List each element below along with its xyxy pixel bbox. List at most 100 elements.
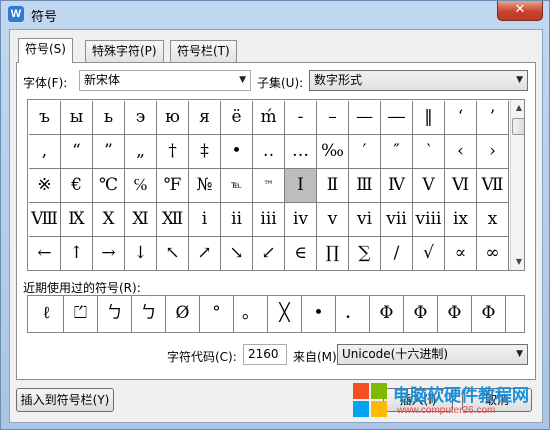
symbol-cell[interactable]: • <box>221 135 253 169</box>
subset-select[interactable]: 数字形式 ▼ <box>309 70 528 91</box>
recent-symbol-cell[interactable]: ⏍ <box>64 296 98 332</box>
symbol-cell[interactable]: ⅸ <box>445 203 477 237</box>
symbol-cell[interactable]: ∈ <box>285 237 317 270</box>
symbol-cell[interactable]: ∑ <box>349 237 381 270</box>
close-button[interactable]: ✕ <box>497 1 543 21</box>
symbol-cell[interactable]: ‰ <box>317 135 349 169</box>
symbol-cell[interactable]: ∏ <box>317 237 349 270</box>
recent-symbol-cell[interactable]: 。 <box>234 296 268 332</box>
symbol-cell[interactable]: ↘ <box>221 237 253 270</box>
recent-symbol-cell[interactable]: Ø <box>166 296 200 332</box>
symbol-cell[interactable]: ′ <box>349 135 381 169</box>
symbol-cell[interactable]: ь <box>93 101 125 135</box>
symbol-cell[interactable]: ё <box>221 101 253 135</box>
recent-symbol-cell[interactable]: ． <box>336 296 370 332</box>
symbol-cell[interactable]: ы <box>61 101 93 135</box>
symbol-cell[interactable]: Ⅻ <box>157 203 189 237</box>
symbol-cell[interactable]: ‥ <box>253 135 285 169</box>
symbol-cell[interactable]: ↑ <box>61 237 93 270</box>
symbol-cell[interactable]: ↙ <box>253 237 285 270</box>
tab-symbols[interactable]: 符号(S) <box>18 38 73 63</box>
symbol-cell[interactable]: Ⅱ <box>317 169 349 203</box>
symbol-grid-scrollbar[interactable]: ▲ ▼ <box>510 100 524 270</box>
symbol-cell[interactable]: ∝ <box>445 237 477 270</box>
symbol-cell[interactable]: † <box>157 135 189 169</box>
symbol-cell[interactable]: № <box>189 169 221 203</box>
recent-symbol-cell[interactable]: ℓ <box>30 296 64 332</box>
recent-symbol-cell[interactable]: ° <box>200 296 234 332</box>
symbol-cell[interactable]: ’ <box>477 101 509 135</box>
symbol-cell[interactable]: Ⅷ <box>29 203 61 237</box>
symbol-cell[interactable]: ∞ <box>477 237 509 270</box>
symbol-cell[interactable]: ‵ <box>413 135 445 169</box>
symbol-cell[interactable]: ↗ <box>189 237 221 270</box>
symbol-cell[interactable]: ⅳ <box>285 203 317 237</box>
symbol-cell[interactable]: ℅ <box>125 169 157 203</box>
symbol-cell[interactable]: ‹ <box>445 135 477 169</box>
symbol-cell[interactable]: √ <box>413 237 445 270</box>
symbol-cell[interactable]: Ⅺ <box>125 203 157 237</box>
symbol-cell[interactable]: ⅰ <box>189 203 221 237</box>
recent-symbol-cell[interactable]: • <box>302 296 336 332</box>
symbol-cell[interactable]: ⅴ <box>317 203 349 237</box>
symbol-cell[interactable]: — <box>349 101 381 135</box>
symbol-cell[interactable]: ⅱ <box>221 203 253 237</box>
symbol-cell[interactable]: Ⅲ <box>349 169 381 203</box>
symbol-cell[interactable]: ∕ <box>381 237 413 270</box>
symbol-cell[interactable]: → <box>93 237 125 270</box>
symbol-cell[interactable]: ℃ <box>93 169 125 203</box>
symbol-cell[interactable]: € <box>61 169 93 203</box>
recent-symbol-cell[interactable]: Φ <box>472 296 506 332</box>
symbol-cell[interactable]: ™ <box>253 169 285 203</box>
recent-symbol-cell[interactable]: ╳ <box>268 296 302 332</box>
symbol-cell[interactable]: ℉ <box>157 169 189 203</box>
from-select[interactable]: Unicode(十六进制) ▼ <box>337 344 528 365</box>
symbol-cell[interactable]: Ⅸ <box>61 203 93 237</box>
symbol-cell[interactable]: ‘ <box>445 101 477 135</box>
symbol-cell[interactable]: Ⅳ <box>381 169 413 203</box>
scrollbar-thumb[interactable] <box>512 118 524 135</box>
symbol-cell[interactable]: ↓ <box>125 237 157 270</box>
symbol-cell[interactable]: - <box>285 101 317 135</box>
recent-symbol-cell[interactable]: ㄅ <box>132 296 166 332</box>
recent-symbol-cell[interactable]: Φ <box>438 296 472 332</box>
symbol-cell[interactable]: – <box>317 101 349 135</box>
symbol-cell[interactable]: ⅵ <box>349 203 381 237</box>
symbol-cell[interactable]: ḿ <box>253 101 285 135</box>
symbol-cell[interactable]: ℡ <box>221 169 253 203</box>
symbol-cell[interactable]: Ⅴ <box>413 169 445 203</box>
symbol-cell[interactable]: › <box>477 135 509 169</box>
symbol-cell[interactable]: “ <box>61 135 93 169</box>
symbol-cell[interactable]: ↖ <box>157 237 189 270</box>
symbol-cell[interactable]: ⅷ <box>413 203 445 237</box>
symbol-cell[interactable]: Ⅹ <box>93 203 125 237</box>
symbol-cell[interactable]: я <box>189 101 221 135</box>
scroll-up-icon[interactable]: ▲ <box>511 100 524 116</box>
symbol-cell[interactable]: ← <box>29 237 61 270</box>
symbol-cell[interactable]: ※ <box>29 169 61 203</box>
scroll-down-icon[interactable]: ▼ <box>511 254 524 270</box>
symbol-cell[interactable]: ⅹ <box>477 203 509 237</box>
symbol-cell[interactable]: Ⅵ <box>445 169 477 203</box>
symbol-cell[interactable]: , <box>29 135 61 169</box>
symbol-cell[interactable]: … <box>285 135 317 169</box>
char-code-input[interactable]: 2160 <box>243 344 287 365</box>
symbol-cell[interactable]: ― <box>381 101 413 135</box>
symbol-cell[interactable]: Ⅶ <box>477 169 509 203</box>
symbol-cell[interactable]: ъ <box>29 101 61 135</box>
insert-to-symbol-bar-button[interactable]: 插入到符号栏(Y) <box>16 388 114 412</box>
tab-special-chars[interactable]: 特殊字符(P) <box>85 40 164 62</box>
font-select[interactable]: 新宋体 ▼ <box>79 70 251 91</box>
recent-symbol-cell[interactable]: Φ <box>404 296 438 332</box>
recent-symbol-cell[interactable]: ㄅ <box>98 296 132 332</box>
symbol-cell[interactable]: ″ <box>381 135 413 169</box>
tab-symbol-bar[interactable]: 符号栏(T) <box>170 40 237 62</box>
symbol-cell[interactable]: ⅲ <box>253 203 285 237</box>
symbol-cell[interactable]: ‖ <box>413 101 445 135</box>
symbol-cell[interactable]: ю <box>157 101 189 135</box>
symbol-cell[interactable]: ‡ <box>189 135 221 169</box>
symbol-cell[interactable]: „ <box>125 135 157 169</box>
recent-symbol-cell[interactable]: Φ <box>370 296 404 332</box>
symbol-cell[interactable]: ⅶ <box>381 203 413 237</box>
symbol-cell[interactable]: ” <box>93 135 125 169</box>
